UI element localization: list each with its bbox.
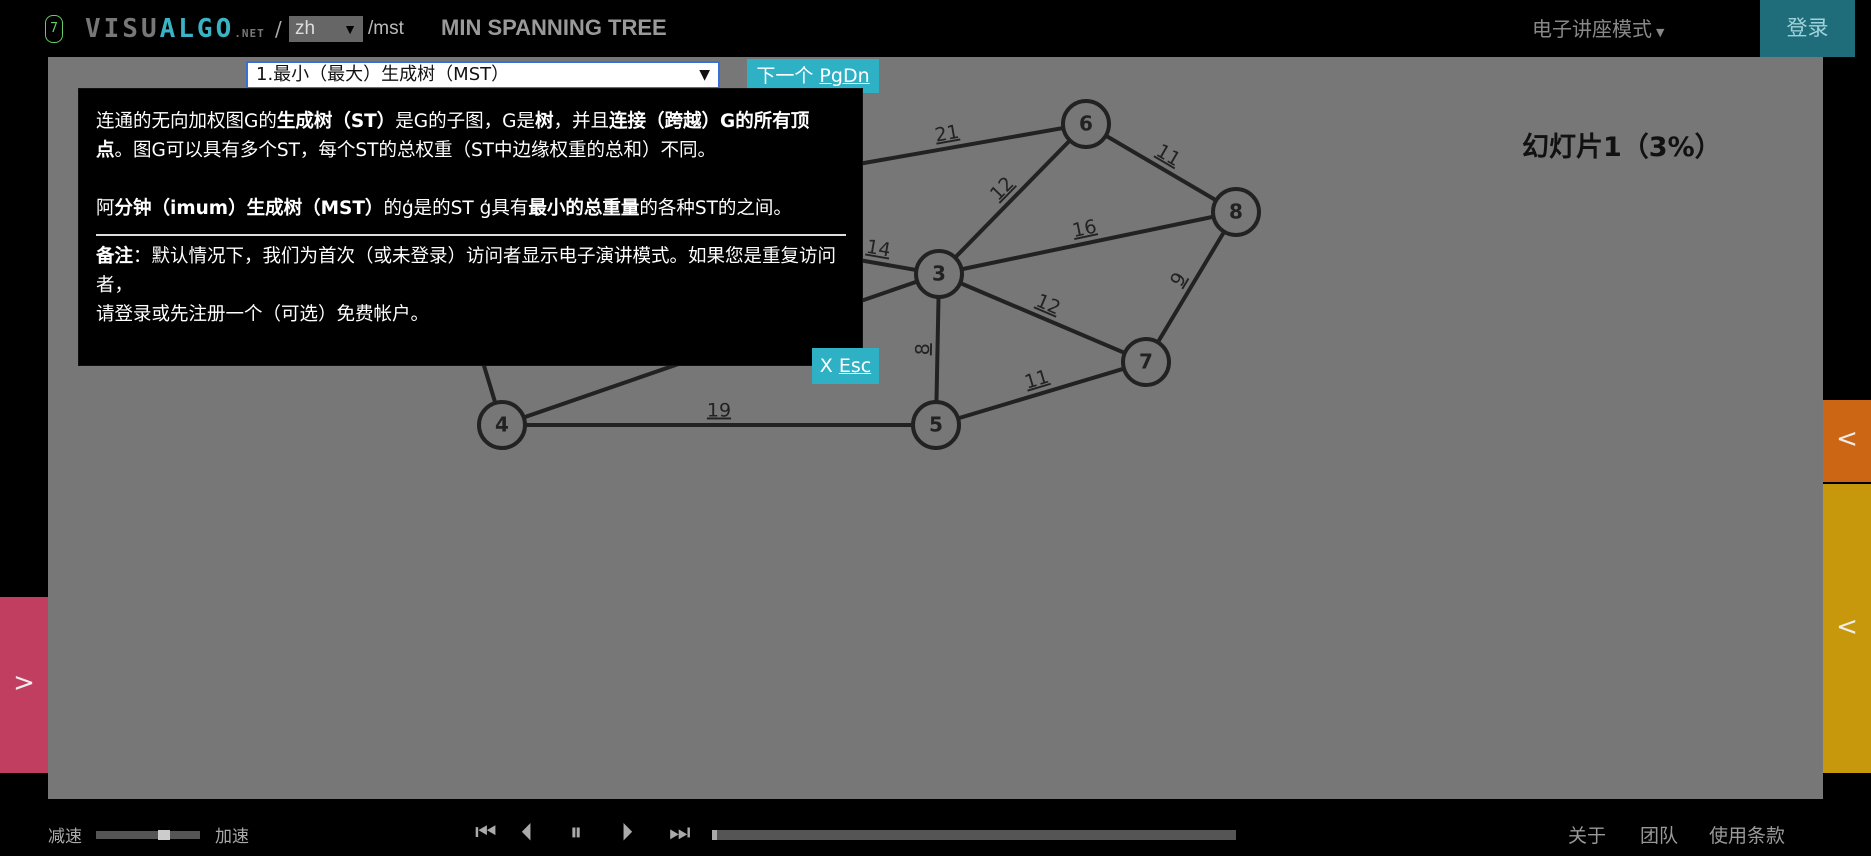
speed-slider[interactable] (96, 830, 200, 840)
info-text-segment: ，并且 (553, 111, 610, 132)
slide-selector-value: 1.最小（最大）生成树（MST） (256, 64, 510, 85)
chevron-right-icon: > (13, 668, 35, 698)
info-text-segment: 生成树（ST） (276, 111, 396, 132)
vertex-label: 8 (1229, 200, 1243, 224)
step-forward-icon[interactable]: ⏵ (621, 818, 633, 846)
skip-to-start-icon[interactable]: ⏮ (475, 818, 497, 846)
animation-progress-bar[interactable] (712, 830, 1236, 840)
next-slide-label: 下一个 (756, 65, 820, 87)
speed-slider-handle[interactable] (158, 830, 171, 840)
info-text-segment: 阿 (96, 198, 115, 219)
graph-edge (1084, 122, 1238, 214)
info-text-segment: 分钟（imum）生成树（MST） (114, 198, 384, 219)
info-text-segment: 。图G可以具有多个ST，每个ST的总权重（ST中边缘权重的总和）不同。 (114, 140, 716, 161)
top-bar: 7 VISUALGO.NET / zh ▼ /mst MIN SPANNING … (0, 0, 1871, 57)
info-text-segment: 的各种ST的之间。 (639, 198, 792, 219)
info-text-segment: 最小的总重量 (528, 198, 640, 219)
info-text-segment: 的ģ是的ST ģ具有 (383, 198, 529, 219)
progress-fill (712, 830, 718, 840)
speed-fast-label: 加速 (215, 827, 249, 847)
slide-number-label: 幻灯片1（3%） (1522, 132, 1722, 163)
vertex-label: 7 (1139, 350, 1153, 374)
graph-edge (938, 272, 1147, 364)
lecture-mode-dropdown[interactable]: 电子讲座模式 ▼ (1532, 13, 1664, 42)
logo-part-visu: VISU (85, 14, 160, 44)
visualgo-logo[interactable]: VISUALGO.NET (85, 14, 265, 44)
speed-slow-label: 减速 (48, 827, 82, 847)
close-info-key: Esc (838, 355, 872, 377)
page-path: /mst (368, 18, 404, 39)
info-text-segment: 是G的子图，G是 (395, 111, 535, 132)
dropdown-arrow-icon: ▼ (343, 21, 357, 37)
about-link[interactable]: 关于 (1568, 821, 1606, 848)
vertex-label: 3 (932, 262, 946, 286)
note-text: ：默认情况下，我们为首次（或未登录）访问者显示电子演讲模式。如果您是重复访问者， (96, 246, 837, 296)
edge-weight-label: 8 (912, 343, 934, 356)
vertex-label: 6 (1079, 112, 1093, 136)
path-separator: / (275, 17, 282, 41)
info-text-segment: 连通的无向加权图G的 (96, 111, 277, 132)
step-backward-icon[interactable]: ⏴ (521, 818, 533, 846)
close-info-button[interactable]: X Esc (812, 348, 879, 384)
note-label: 备注 (96, 246, 134, 267)
edge-weight-label: 16 (1070, 216, 1098, 242)
language-select[interactable]: zh ▼ (289, 16, 363, 42)
slide-info-panel: 连通的无向加权图G的生成树（ST）是G的子图，G是树，并且连接（跨越）G的所有顶… (78, 88, 863, 366)
language-value: zh (295, 18, 316, 39)
info-text-segment: 树 (534, 111, 554, 132)
graph-edge (1144, 210, 1238, 364)
close-info-label: X (819, 355, 839, 377)
chevron-left-icon: < (1836, 424, 1858, 454)
info-paragraph-1: 连通的无向加权图G的生成树（ST）是G的子图，G是树，并且连接（跨越）G的所有顶… (96, 107, 846, 165)
edge-weight-label: 21 (933, 121, 961, 147)
info-note-line2: 请登录或先注册一个（可选）免费帐户。 (96, 304, 430, 325)
logo-part-algo: ALGO (159, 14, 235, 44)
left-expand-tab[interactable]: > (0, 597, 48, 773)
right-codetrace-tab[interactable]: < (1823, 484, 1871, 773)
next-slide-key: PgDn (819, 65, 870, 87)
visualgo-badge-icon: 7 (45, 15, 63, 43)
skip-to-end-icon[interactable]: ⏭ (669, 818, 691, 846)
info-paragraph-2: 阿分钟（imum）生成树（MST）的ģ是的ST ģ具有最小的总重量的各种ST的之… (96, 194, 846, 223)
edge-weight-label: 9 (1166, 269, 1191, 291)
logo-net: .NET (234, 27, 265, 40)
lecture-mode-label: 电子讲座模式 (1532, 17, 1652, 41)
dropdown-arrow-icon: ▼ (699, 67, 710, 83)
edge-weight-label: 19 (707, 400, 731, 422)
caret-down-icon: ▼ (1656, 26, 1665, 39)
vertex-label: 4 (495, 413, 509, 437)
chevron-left-icon: < (1836, 612, 1858, 642)
edge-weight-label: 11 (1022, 366, 1051, 394)
edge-weight-label: 14 (865, 236, 893, 262)
slide-selector[interactable]: 1.最小（最大）生成树（MST） ▼ (246, 61, 720, 89)
info-note: 备注：默认情况下，我们为首次（或未登录）访问者显示电子演讲模式。如果您是重复访问… (96, 242, 846, 300)
team-link[interactable]: 团队 (1640, 821, 1678, 848)
terms-link[interactable]: 使用条款 (1709, 821, 1785, 848)
vertex-label: 5 (929, 413, 943, 437)
pause-icon[interactable]: ⏸ (570, 818, 582, 846)
login-button[interactable]: 登录 (1760, 0, 1855, 57)
right-status-tab[interactable]: < (1823, 400, 1871, 482)
info-divider (96, 234, 846, 236)
page-title: MIN SPANNING TREE (441, 15, 667, 40)
